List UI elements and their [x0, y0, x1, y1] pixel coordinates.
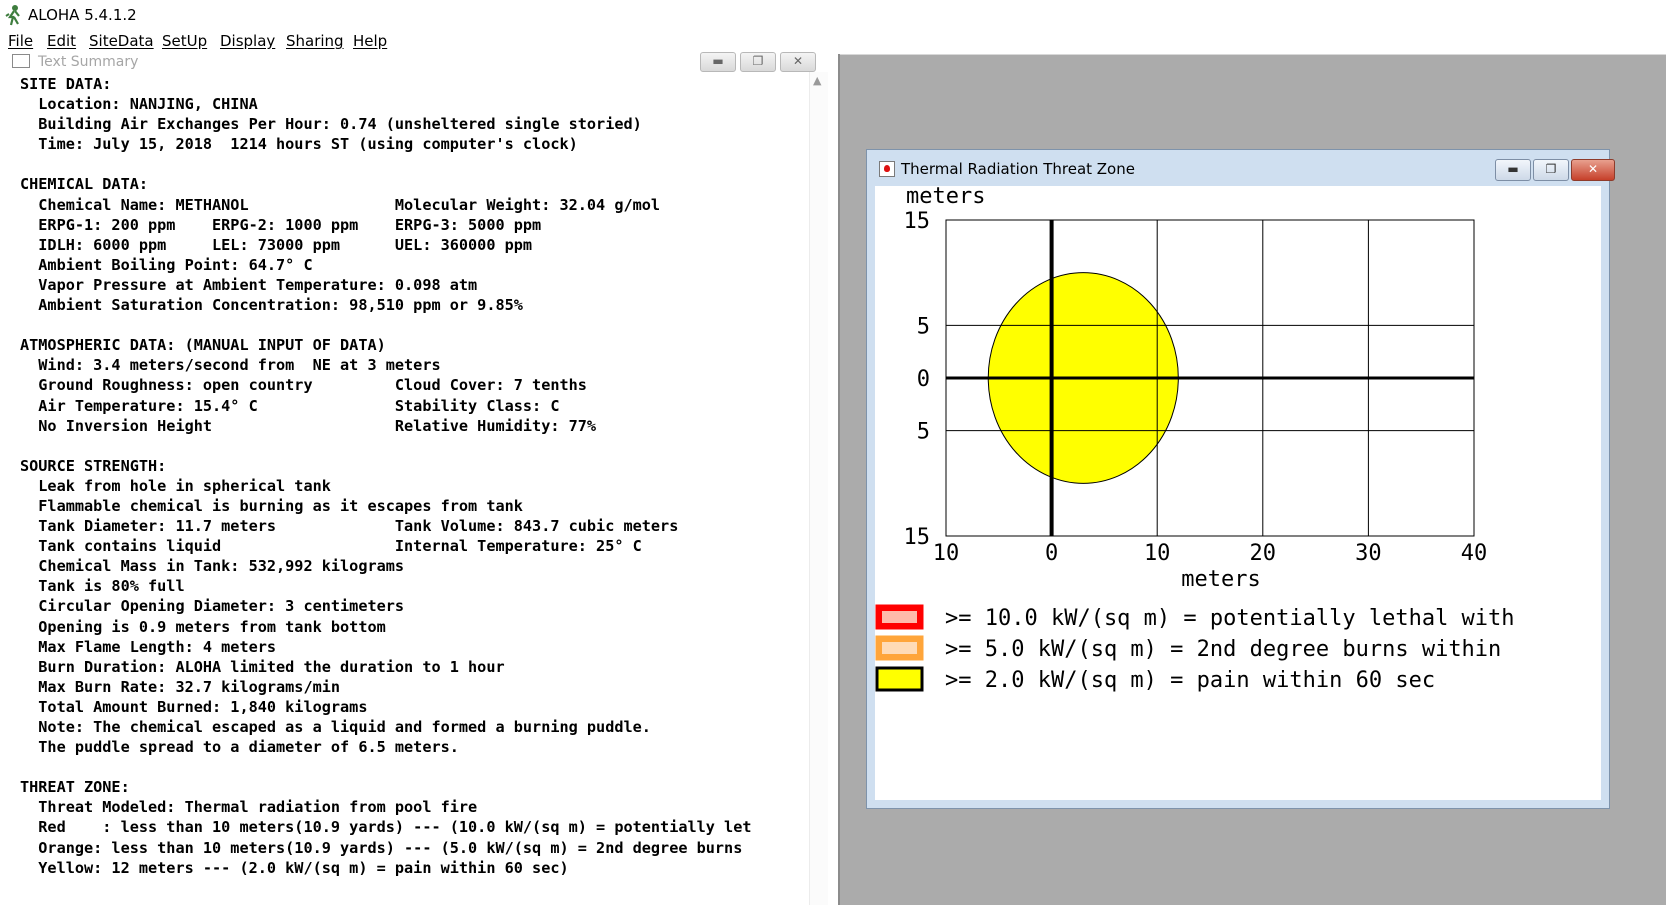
summary-line: Time: July 15, 2018 1214 hours ST (using…	[20, 135, 578, 154]
threat-window-minimize-button[interactable]: ▬	[1495, 159, 1531, 181]
summary-line: Ground Roughness: open country Cloud Cov…	[20, 376, 587, 395]
menu-bar: File Edit SiteData SetUp Display Sharing…	[0, 30, 1666, 55]
threat-zone-window-icon	[879, 161, 895, 177]
x-tick-label: 20	[1250, 541, 1277, 566]
app-title-bar: ALOHA 5.4.1.2	[0, 0, 1666, 30]
summary-line: Leak from hole in spherical tank	[20, 476, 331, 495]
summary-line: SOURCE STRENGTH:	[20, 456, 167, 475]
menu-sharing[interactable]: Sharing	[286, 32, 344, 50]
summary-line: Threat Modeled: Thermal radiation from p…	[20, 798, 478, 817]
summary-line: Tank is 80% full	[20, 577, 185, 596]
menu-help[interactable]: Help	[353, 32, 387, 50]
summary-line: Building Air Exchanges Per Hour: 0.74 (u…	[20, 115, 642, 134]
summary-line: CHEMICAL DATA:	[20, 175, 149, 194]
summary-line: THREAT ZONE:	[20, 778, 130, 797]
maximize-button[interactable]: ❐	[740, 52, 776, 72]
x-axis-label: meters	[1181, 567, 1260, 592]
summary-line: IDLH: 6000 ppm LEL: 73000 ppm UEL: 36000…	[20, 235, 533, 254]
summary-line: Yellow: 12 meters --- (2.0 kW/(sq m) = p…	[20, 858, 569, 877]
legend-swatch-yellow	[875, 666, 924, 692]
y-tick-label: 5	[917, 314, 930, 339]
app-title: ALOHA 5.4.1.2	[28, 6, 137, 24]
threat-zone-plot-area: meters 15 5 0 5 15 10 0 10 20 30 40 meters >= 10.0 kW…	[875, 186, 1601, 800]
x-tick-label: 0	[1045, 541, 1058, 566]
legend-label: >= 10.0 kW/(sq m) = potentially lethal w…	[945, 606, 1515, 631]
x-tick-label: 40	[1461, 541, 1488, 566]
threat-zone-window: Thermal Radiation Threat Zone ▬ ❐ ✕ mete…	[866, 149, 1615, 809]
summary-line: Wind: 3.4 meters/second from NE at 3 met…	[20, 356, 441, 375]
summary-line: No Inversion Height Relative Humidity: 7…	[20, 416, 597, 435]
close-button[interactable]: ✕	[780, 52, 816, 72]
summary-line: Max Flame Length: 4 meters	[20, 637, 277, 656]
y-tick-label: 5	[917, 420, 930, 445]
summary-line: Tank Diameter: 11.7 meters Tank Volume: …	[20, 517, 679, 536]
summary-line: ATMOSPHERIC DATA: (MANUAL INPUT OF DATA)	[20, 336, 386, 355]
summary-line: Ambient Saturation Concentration: 98,510…	[20, 296, 523, 315]
menu-edit[interactable]: Edit	[47, 32, 76, 50]
summary-line: The puddle spread to a diameter of 6.5 m…	[20, 738, 459, 757]
summary-line: Tank contains liquid Internal Temperatur…	[20, 537, 642, 556]
text-summary-body: SITE DATA: Location: NANJING, CHINA Buil…	[20, 74, 810, 878]
summary-line: Vapor Pressure at Ambient Temperature: 0…	[20, 275, 478, 294]
y-tick-label: 15	[904, 209, 931, 234]
menu-setup[interactable]: SetUp	[162, 32, 207, 50]
menu-sitedata[interactable]: SiteData	[89, 32, 154, 50]
legend-swatch-pattern	[882, 642, 917, 654]
x-tick-label: 10	[933, 541, 960, 566]
summary-line: Max Burn Rate: 32.7 kilograms/min	[20, 677, 341, 696]
x-tick-label: 10	[1144, 541, 1171, 566]
legend-label: >= 2.0 kW/(sq m) = pain within 60 sec	[945, 668, 1435, 693]
summary-line: Ambient Boiling Point: 64.7° C	[20, 255, 313, 274]
y-axis-label: meters	[906, 186, 985, 209]
summary-line: Chemical Name: METHANOL Molecular Weight…	[20, 195, 661, 214]
scroll-up-arrow-icon[interactable]: ▲	[813, 74, 821, 87]
summary-line: Orange: less than 10 meters(10.9 yards) …	[20, 838, 743, 857]
threat-zone-chart: meters155051510 0 10 20 30 40meters>= 10.0 kW…	[875, 186, 1515, 693]
summary-line: Total Amount Burned: 1,840 kilograms	[20, 697, 368, 716]
text-summary-title-bar[interactable]: Text Summary ▬ ❐ ✕	[0, 52, 838, 72]
legend-label: >= 5.0 kW/(sq m) = 2nd degree burns with…	[945, 637, 1501, 662]
summary-line: Circular Opening Diameter: 3 centimeters	[20, 597, 405, 616]
text-summary-window: Text Summary ▬ ❐ ✕ SITE DATA: Location: …	[0, 52, 840, 905]
threat-zone-window-title: Thermal Radiation Threat Zone	[901, 160, 1135, 178]
summary-line: Red : less than 10 meters(10.9 yards) --…	[20, 818, 752, 837]
summary-line: Note: The chemical escaped as a liquid a…	[20, 718, 651, 736]
summary-line: Flammable chemical is burning as it esca…	[20, 496, 523, 515]
y-tick-label: 0	[917, 367, 930, 392]
text-summary-title: Text Summary	[38, 54, 139, 70]
y-tick-label: 15	[904, 525, 931, 550]
summary-line: SITE DATA:	[20, 75, 112, 93]
minimize-button[interactable]: ▬	[700, 52, 736, 72]
summary-line: Opening is 0.9 meters from tank bottom	[20, 617, 386, 636]
menu-display[interactable]: Display	[220, 32, 275, 50]
summary-line: Burn Duration: ALOHA limited the duratio…	[20, 657, 505, 676]
text-summary-window-icon	[12, 54, 30, 68]
threat-window-close-button[interactable]: ✕	[1571, 159, 1615, 181]
x-tick-label: 30	[1355, 541, 1382, 566]
legend-swatch-pattern	[882, 611, 917, 623]
vertical-scrollbar[interactable]: ▲	[809, 72, 828, 905]
summary-line: Location: NANJING, CHINA	[20, 95, 258, 114]
summary-line: Air Temperature: 15.4° C Stability Class…	[20, 396, 560, 415]
summary-line: ERPG-1: 200 ppm ERPG-2: 1000 ppm ERPG-3:…	[20, 215, 542, 234]
aloha-app-icon	[5, 5, 20, 26]
summary-line: Chemical Mass in Tank: 532,992 kilograms	[20, 557, 405, 576]
menu-file[interactable]: File	[8, 32, 33, 50]
threat-window-maximize-button[interactable]: ❐	[1533, 159, 1569, 181]
